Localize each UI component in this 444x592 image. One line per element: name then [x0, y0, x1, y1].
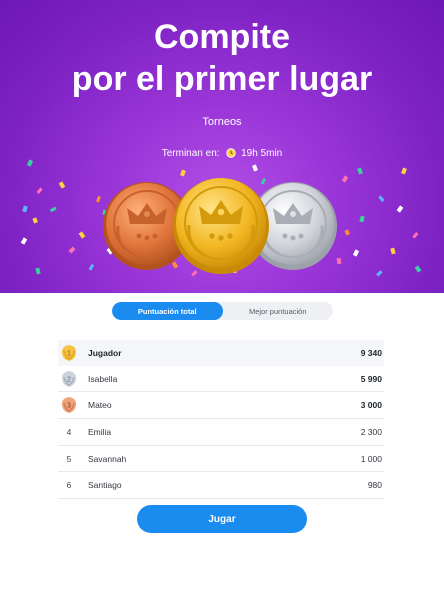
player-name: Mateo	[88, 400, 112, 411]
leaderboard: 1 Jugador 9 340 2 Isabella 5 990 3 Mateo…	[58, 340, 384, 500]
player-score: 980	[367, 480, 382, 491]
leaderboard-row: 2 Isabella 5 990	[58, 366, 384, 393]
player-name: Savannah	[88, 453, 127, 464]
leaderboard-row: 3 Mateo 3 000	[58, 392, 384, 420]
player-score: 2 300	[360, 426, 382, 437]
player-name: Emilia	[88, 426, 112, 437]
rank-number: 6	[66, 480, 72, 491]
rank-number: 5	[66, 453, 72, 464]
rank-number: 4	[66, 426, 72, 437]
gold-rank-badge-icon: 1	[58, 342, 80, 364]
player-name: Jugador	[88, 347, 122, 358]
player-score: 9 340	[360, 347, 382, 358]
leaderboard-row: 1 Jugador 9 340	[58, 340, 384, 366]
gold-medal-icon	[173, 178, 269, 274]
bronze-rank-badge-icon: 3	[58, 394, 80, 416]
leaderboard-row: 5 Savannah 1 000	[58, 446, 384, 473]
svg-text:3: 3	[67, 403, 71, 410]
silver-rank-badge-icon: 2	[58, 368, 80, 390]
leaderboard-row: 4 Emilia 2 300	[58, 419, 384, 446]
svg-text:2: 2	[67, 376, 71, 383]
player-score: 3 000	[360, 400, 382, 411]
svg-text:1: 1	[67, 350, 71, 357]
player-name: Isabella	[88, 373, 118, 384]
player-name: Santiago	[88, 480, 122, 491]
score-tabs: Puntuación total Mejor puntuación	[112, 302, 333, 320]
tab-best-score[interactable]: Mejor puntuación	[223, 302, 334, 320]
hero-banner: Compite por el primer lugar Torneos Term…	[0, 0, 444, 293]
play-button[interactable]: Jugar	[137, 505, 307, 533]
tab-total-score[interactable]: Puntuación total	[112, 302, 223, 320]
leaderboard-row: 6 Santiago 980	[58, 472, 384, 500]
player-score: 1 000	[360, 453, 382, 464]
player-score: 5 990	[360, 373, 382, 384]
